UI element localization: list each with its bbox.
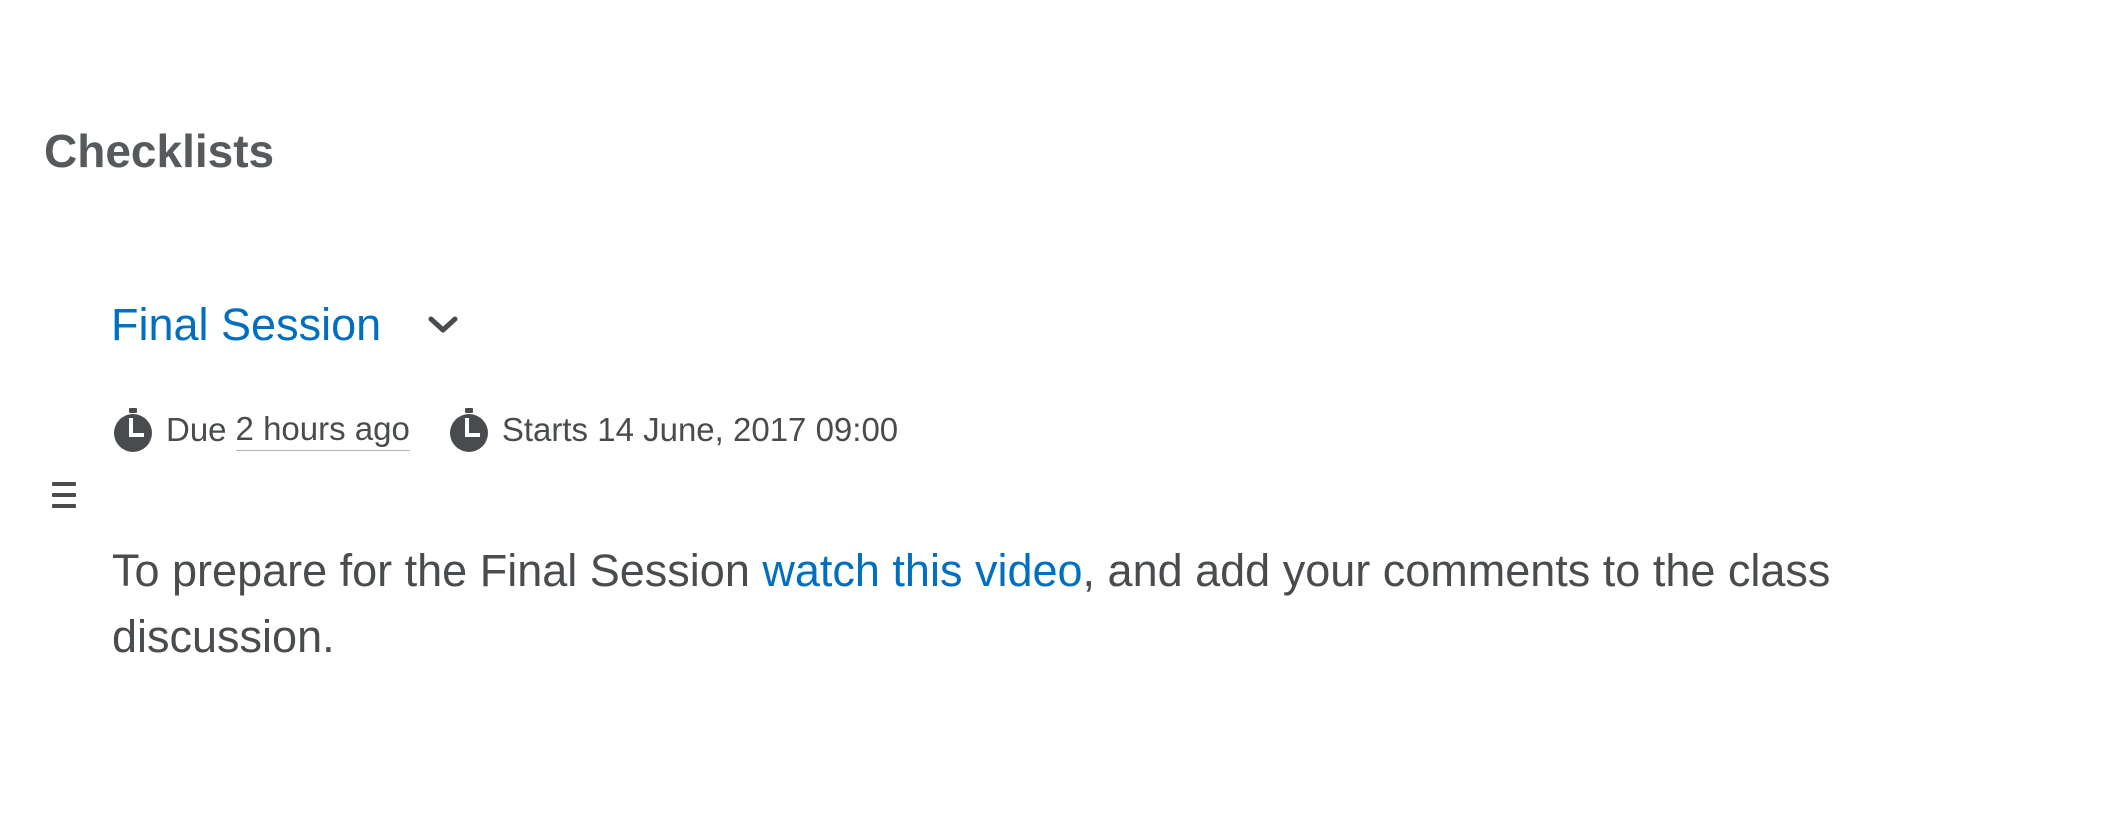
due-date: Due 2 hours ago [112, 408, 410, 452]
expand-button[interactable] [423, 305, 463, 345]
chevron-down-icon [428, 316, 458, 333]
section-heading: Checklists [44, 125, 275, 177]
start-date-text: Starts 14 June, 2017 09:00 [501, 411, 899, 448]
checklist-item-title-link[interactable]: Final Session [111, 292, 381, 358]
watch-video-link[interactable]: watch this video [762, 545, 1082, 596]
checklist-item-description: To prepare for the Final Session watch t… [112, 538, 1972, 670]
drag-handle-bar [52, 482, 76, 486]
start-date: Starts 14 June, 2017 09:00 [448, 408, 898, 452]
description-text-before: To prepare for the Final Session [112, 545, 763, 596]
checklist-item-meta: Due 2 hours ago Starts 14 June, 2017 09:… [112, 402, 898, 458]
due-relative-time[interactable]: 2 hours ago [235, 410, 410, 451]
drag-handle-bar [52, 493, 76, 497]
drag-handle-bar [52, 504, 76, 508]
drag-handle-icon[interactable] [52, 482, 76, 512]
clock-icon [449, 408, 488, 452]
checklist-item-header: Final Session [111, 292, 463, 358]
clock-icon [114, 408, 152, 452]
due-label: Due [166, 411, 227, 448]
